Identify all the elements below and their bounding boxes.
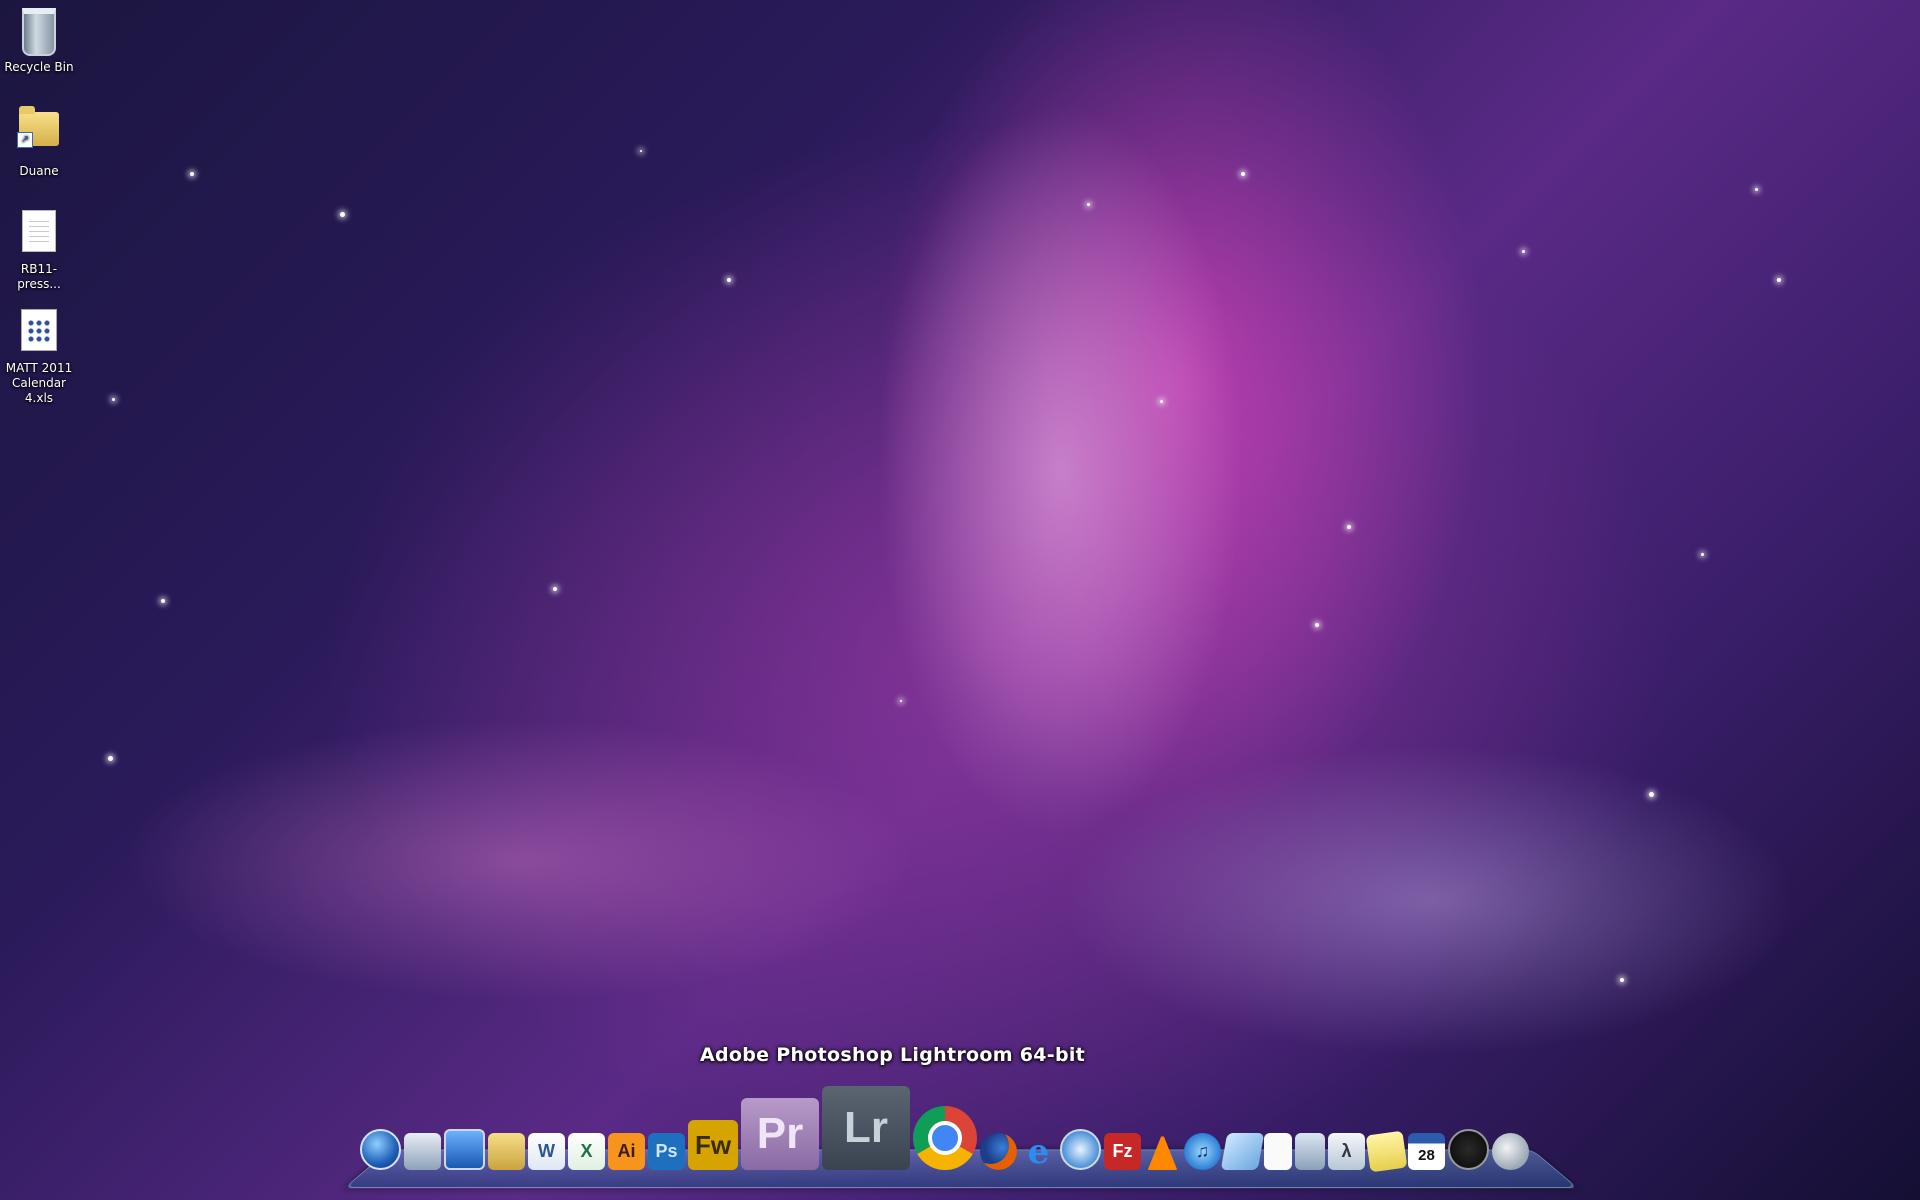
clock-icon[interactable] <box>1448 1129 1489 1170</box>
itunes-icon[interactable]: ♫ <box>1184 1133 1221 1170</box>
desktop-icon-label: Duane <box>19 164 59 178</box>
desktop-icon-label: Recycle Bin <box>4 60 74 74</box>
chrome-icon[interactable] <box>913 1106 977 1170</box>
chrome-center <box>928 1121 962 1155</box>
calendar-icon[interactable]: 28 <box>1408 1133 1445 1170</box>
notepad-icon[interactable] <box>1220 1133 1265 1170</box>
folder-icon[interactable] <box>488 1133 525 1170</box>
word-icon[interactable]: W <box>528 1133 565 1170</box>
math-input-icon[interactable]: λ <box>1328 1133 1365 1170</box>
premiere-icon[interactable]: Pr <box>741 1098 819 1170</box>
safari-icon[interactable] <box>1060 1129 1101 1170</box>
starfield <box>0 0 1920 1200</box>
blank-document-icon[interactable] <box>1264 1133 1292 1170</box>
spreadsheet-file-icon <box>15 309 63 357</box>
photoshop-icon[interactable]: Ps <box>648 1133 685 1170</box>
weather-icon[interactable] <box>1492 1133 1529 1170</box>
fireworks-icon[interactable]: Fw <box>688 1120 738 1170</box>
illustrator-icon[interactable]: Ai <box>608 1133 645 1170</box>
computer-monitor-icon[interactable] <box>444 1129 485 1170</box>
desktop-icon-matt-calendar[interactable]: MATT 2011 Calendar 4.xls <box>2 303 76 406</box>
calculator-icon[interactable] <box>1295 1133 1325 1170</box>
desktop-icon-duane[interactable]: ↗ Duane <box>2 104 76 179</box>
excel-icon[interactable]: X <box>568 1133 605 1170</box>
lightroom-icon[interactable]: Lr <box>822 1086 910 1170</box>
desktop-icon-label: RB11-press... <box>17 262 61 291</box>
desktop-icon-recycle-bin[interactable]: Recycle Bin <box>2 4 76 75</box>
filezilla-icon[interactable]: Fz <box>1104 1133 1141 1170</box>
dock: W X Ai Ps Fw Pr Lr e Fz ♫ λ 28 <box>360 1070 1560 1180</box>
vlc-icon[interactable] <box>1147 1133 1178 1170</box>
windows-start-icon[interactable] <box>360 1129 401 1170</box>
internet-explorer-icon[interactable]: e <box>1020 1132 1057 1172</box>
desktop-icon-label: MATT 2011 Calendar 4.xls <box>5 361 73 405</box>
paint-app-icon[interactable] <box>404 1133 441 1170</box>
desktop-icon-rb11-press[interactable]: RB11-press... <box>2 204 76 292</box>
text-document-icon <box>15 210 63 258</box>
folder-shortcut-icon: ↗ <box>15 106 63 160</box>
firefox-icon[interactable] <box>980 1133 1017 1170</box>
sticky-notes-icon[interactable] <box>1365 1130 1408 1173</box>
recycle-bin-icon <box>15 8 63 56</box>
dock-tooltip: Adobe Photoshop Lightroom 64-bit <box>700 1044 1086 1066</box>
